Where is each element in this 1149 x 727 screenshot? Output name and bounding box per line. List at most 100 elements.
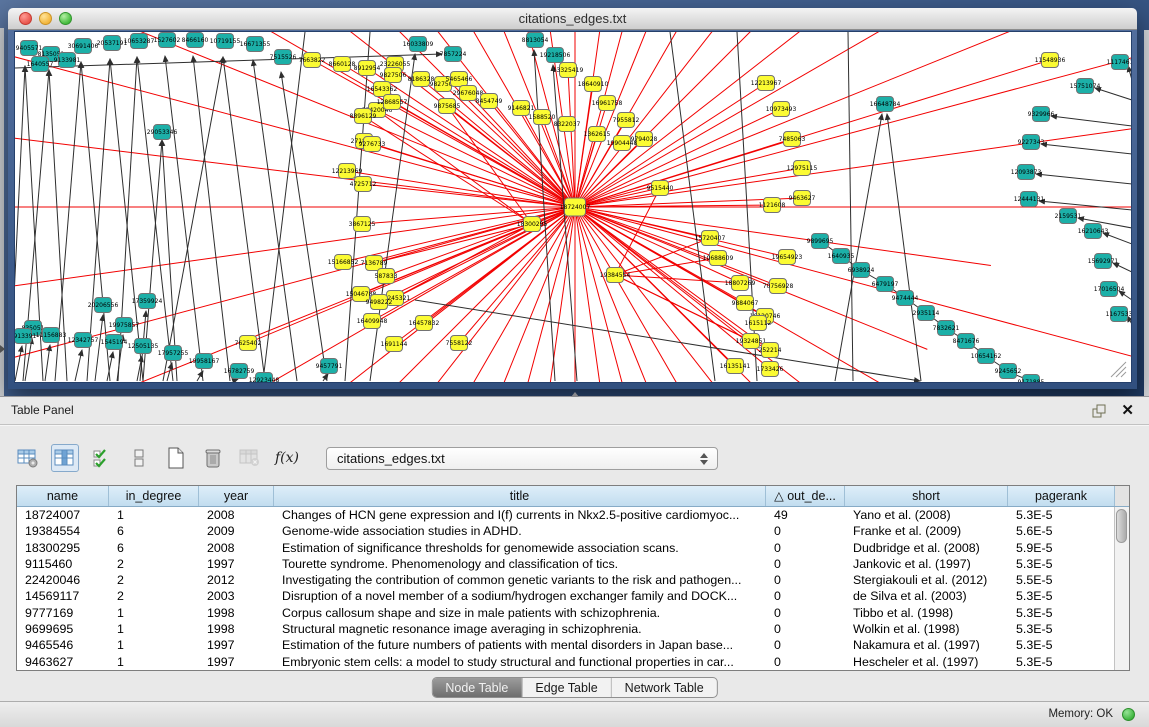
column-header-name[interactable]: name (17, 486, 109, 506)
graph-edge-black (1051, 116, 1131, 126)
tab-network-table[interactable]: Network Table (611, 678, 717, 697)
table-cell: 0 (766, 621, 845, 637)
table-options-icon[interactable] (14, 444, 42, 472)
window-titlebar[interactable]: citations_edges.txt (8, 8, 1137, 30)
table-cell: 5.9E-5 (1008, 540, 1115, 556)
close-panel-icon[interactable]: ✕ (1121, 401, 1134, 421)
graph-edge-red (181, 32, 575, 207)
graph-node-label: 12213969 (332, 168, 363, 175)
resize-grip[interactable] (1121, 372, 1126, 377)
graph-edge-black (1041, 144, 1131, 154)
graph-edge-red (15, 57, 575, 207)
memory-status-indicator[interactable] (1122, 708, 1135, 721)
row-options-icon[interactable] (125, 444, 153, 472)
table-type-tabs: Node TableEdge TableNetwork Table (431, 677, 717, 698)
table-row[interactable]: 946554611997Estimation of the future num… (17, 637, 1129, 653)
graph-node-label: 9827506 (380, 72, 407, 79)
table-cell: 1 (109, 507, 199, 523)
resize-grip[interactable] (1116, 367, 1126, 377)
graph-node-label: 9899695 (807, 238, 834, 245)
graph-edge-red (255, 207, 575, 382)
table-cell: de Silva et al. (2003) (845, 588, 1008, 604)
table-cell: 1 (109, 637, 199, 653)
table-cell: 18724007 (17, 507, 109, 523)
graph-node-label: 10973493 (766, 106, 797, 113)
table-row[interactable]: 977716911998Corpus callosum shape and si… (17, 605, 1129, 621)
memory-status-label: Memory: OK (1048, 708, 1113, 720)
table-row[interactable]: 1938455462009Genome-wide association stu… (17, 523, 1129, 539)
graph-node-label: 19958167 (189, 358, 220, 365)
graph-node-label: 7558122 (446, 340, 473, 347)
table-row[interactable]: 1830029562008Estimation of significance … (17, 540, 1129, 556)
column-header-year[interactable]: year (199, 486, 274, 506)
graph-edge-black (887, 114, 921, 381)
graph-node-label: 8660128 (329, 61, 356, 68)
graph-node-label: 19384554 (600, 272, 631, 279)
graph-edge-black (163, 57, 223, 381)
table-row[interactable]: 911546021997Tourette syndrome. Phenomeno… (17, 556, 1129, 572)
graph-edge-black (415, 300, 920, 381)
select-mode-icon[interactable] (88, 444, 116, 472)
table-cell: 49 (766, 507, 845, 523)
graph-node-label: 20206556 (88, 302, 119, 309)
graph-node-label: 8454749 (476, 98, 503, 105)
node-table: namein_degreeyeartitle△ out_de...shortpa… (16, 485, 1130, 671)
tab-edge-table[interactable]: Edge Table (521, 678, 610, 697)
table-cell: Tourette syndrome. Phenomenology and cla… (274, 556, 766, 572)
graph-node-label: 19218506 (540, 52, 571, 59)
graph-node-label: 12505135 (128, 343, 159, 350)
graph-node-label: 29676048 (453, 90, 484, 97)
table-cell: 1998 (199, 605, 274, 621)
table-cell: Corpus callosum shape and size in male p… (274, 605, 766, 621)
vertical-scrollbar[interactable] (1114, 507, 1129, 670)
float-panel-icon[interactable] (1092, 404, 1107, 418)
graph-edge-black (281, 72, 327, 381)
column-header-in-degree[interactable]: in_degree (109, 486, 199, 506)
graph-node-label: 17359924 (132, 298, 163, 305)
graph-edge-red (615, 238, 710, 275)
table-cell: 14569117 (17, 588, 109, 604)
table-cell: 5.5E-5 (1008, 572, 1115, 588)
table-cell: Franke et al. (2009) (845, 523, 1008, 539)
graph-edge-red (15, 207, 575, 382)
table-row[interactable]: 2242004622012Investigating the contribut… (17, 572, 1129, 588)
table-cell: 1998 (199, 621, 274, 637)
graph-node-label: 9329966 (1028, 111, 1055, 118)
table-cell: Disruption of a novel member of a sodium… (274, 588, 766, 604)
table-row[interactable]: 969969511998Structural magnetic resonanc… (17, 621, 1129, 637)
function-builder-icon[interactable]: f(x) (273, 444, 301, 472)
table-cell: 18300295 (17, 540, 109, 556)
table-cell: Embryonic stem cells: a model to study s… (274, 654, 766, 670)
panel-collapse-handle[interactable] (0, 345, 5, 353)
table-selector-dropdown[interactable]: citations_edges.txt (326, 447, 718, 470)
graph-node-label: 16033809 (403, 41, 434, 48)
table-cell: 5.3E-5 (1008, 588, 1115, 604)
table-row[interactable]: 1456911722003Disruption of a novel membe… (17, 588, 1129, 604)
graph-node-label: 2159531 (1055, 213, 1082, 220)
column-header-title[interactable]: title (274, 486, 766, 506)
network-canvas[interactable]: 9405571813505130691406205371911065328715… (14, 31, 1132, 383)
column-header-pagerank[interactable]: pagerank (1008, 486, 1115, 506)
tab-node-table[interactable]: Node Table (432, 678, 521, 697)
dropdown-stepper-icon (698, 450, 710, 468)
table-row[interactable]: 1872400712008Changes of HCN gene express… (17, 507, 1129, 523)
column-visibility-icon[interactable] (51, 444, 79, 472)
graph-node-label: 8912954 (354, 65, 381, 72)
column-header-out-de-[interactable]: △ out_de... (766, 486, 845, 506)
table-cell: 0 (766, 556, 845, 572)
scrollbar-thumb[interactable] (1116, 509, 1127, 543)
table-cell: 6 (109, 523, 199, 539)
delete-column-icon[interactable] (199, 444, 227, 472)
graph-edge-black (553, 65, 577, 381)
table-cell: 5.6E-5 (1008, 523, 1115, 539)
graph-node-label: 4725712 (350, 181, 377, 188)
table-cell: 5.3E-5 (1008, 605, 1115, 621)
table-cell: 1997 (199, 556, 274, 572)
table-cell: Changes of HCN gene expression and I(f) … (274, 507, 766, 523)
table-row[interactable]: 946362711997Embryonic stem cells: a mode… (17, 654, 1129, 670)
graph-node-label: 9146821 (508, 105, 535, 112)
graph-node-label: 1167533 (1106, 311, 1131, 318)
graph-node-label: 29053346 (147, 129, 178, 136)
create-column-icon[interactable] (162, 444, 190, 472)
column-header-short[interactable]: short (845, 486, 1008, 506)
